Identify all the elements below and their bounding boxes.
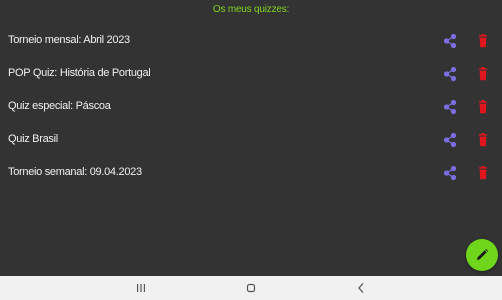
system-navigation-bar: [0, 276, 502, 300]
share-icon[interactable]: [442, 99, 458, 115]
quiz-title[interactable]: Torneio mensal: Abril 2023: [8, 34, 130, 46]
trash-icon[interactable]: [475, 165, 491, 181]
recents-button[interactable]: [131, 280, 151, 296]
recents-icon: [137, 284, 145, 292]
list-item[interactable]: POP Quiz: História de Portugal: [0, 58, 502, 91]
home-button[interactable]: [241, 280, 261, 296]
share-icon[interactable]: [442, 33, 458, 49]
quiz-list: Torneio mensal: Abril 2023 POP Quiz: His…: [0, 25, 502, 190]
trash-icon[interactable]: [475, 33, 491, 49]
share-icon[interactable]: [442, 132, 458, 148]
share-icon[interactable]: [442, 66, 458, 82]
quiz-title[interactable]: Torneio semanal: 09.04.2023: [8, 166, 142, 178]
list-item[interactable]: Quiz especial: Páscoa: [0, 91, 502, 124]
back-icon: [358, 283, 364, 293]
trash-icon[interactable]: [475, 99, 491, 115]
create-quiz-button[interactable]: [466, 239, 498, 271]
quiz-title[interactable]: Quiz Brasil: [8, 133, 58, 145]
home-icon: [246, 283, 256, 293]
quiz-title[interactable]: POP Quiz: História de Portugal: [8, 67, 151, 79]
quiz-title[interactable]: Quiz especial: Páscoa: [8, 100, 111, 112]
trash-icon[interactable]: [475, 132, 491, 148]
page-title: Os meus quizzes:: [212, 4, 290, 15]
list-item[interactable]: Torneio mensal: Abril 2023: [0, 25, 502, 58]
trash-icon[interactable]: [475, 66, 491, 82]
list-item[interactable]: Torneio semanal: 09.04.2023: [0, 157, 502, 190]
list-item[interactable]: Quiz Brasil: [0, 124, 502, 157]
back-button[interactable]: [351, 280, 371, 296]
share-icon[interactable]: [442, 165, 458, 181]
pencil-icon: [477, 249, 488, 260]
app-screen: Os meus quizzes: Torneio mensal: Abril 2…: [0, 0, 502, 276]
